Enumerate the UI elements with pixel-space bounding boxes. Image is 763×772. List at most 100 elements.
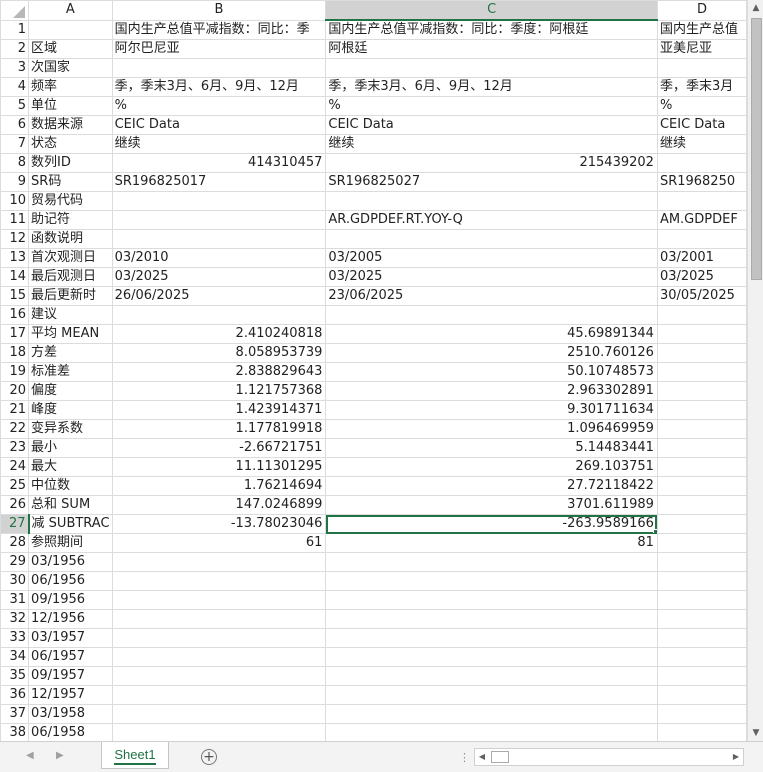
cell-d[interactable]: CEIC Data [656,115,747,135]
row-header[interactable]: 19 [0,362,30,382]
column-header-a[interactable]: A [28,0,113,21]
cell-d[interactable] [656,229,747,249]
cell-b[interactable] [111,609,327,629]
cell-a[interactable]: 数据来源 [28,115,113,135]
row-header[interactable]: 34 [0,647,30,667]
cell-a[interactable]: 09/1957 [28,666,113,686]
cell-d[interactable]: 03/2001 [656,248,747,268]
row-header[interactable]: 30 [0,571,30,591]
cell-c[interactable]: 27.72118422 [325,476,658,496]
cell-b[interactable] [111,191,327,211]
cell-c[interactable] [325,552,658,572]
cell-c[interactable]: 03/2025 [325,267,658,287]
cell-c[interactable] [325,229,658,249]
cell-d[interactable] [656,400,747,420]
cell-a[interactable]: 最大 [28,457,113,477]
cell-a[interactable]: 参照期间 [28,533,113,553]
cell-b[interactable]: 2.838829643 [111,362,327,382]
vertical-scrollbar[interactable]: ▲ ▼ [747,0,763,741]
cell-b[interactable]: 1.121757368 [111,381,327,401]
cell-c[interactable]: 03/2005 [325,248,658,268]
cell-d[interactable] [656,457,747,477]
cell-b[interactable]: -13.78023046 [111,514,327,534]
cell-a[interactable]: 12/1957 [28,685,113,705]
cell-d[interactable]: 亚美尼亚 [656,39,747,59]
cell-a[interactable]: 数列ID [28,153,113,173]
row-header[interactable]: 20 [0,381,30,401]
cell-b[interactable] [111,229,327,249]
row-header[interactable]: 33 [0,628,30,648]
column-header-c[interactable]: C [325,0,658,21]
row-header[interactable]: 23 [0,438,30,458]
row-header[interactable]: 17 [0,324,30,344]
cell-c[interactable]: 45.69891344 [325,324,658,344]
cell-a[interactable]: 标准差 [28,362,113,382]
cell-b[interactable]: 03/2025 [111,267,327,287]
cell-b[interactable]: 03/2010 [111,248,327,268]
row-header[interactable]: 27 [0,514,30,534]
row-header[interactable]: 6 [0,115,30,135]
cell-b[interactable]: 1.423914371 [111,400,327,420]
row-header[interactable]: 10 [0,191,30,211]
row-header[interactable]: 11 [0,210,30,230]
cell-d[interactable] [656,305,747,325]
cell-d[interactable] [656,153,747,173]
row-header[interactable]: 7 [0,134,30,154]
cell-d[interactable]: 03/2025 [656,267,747,287]
cell-c[interactable] [325,590,658,610]
cell-d[interactable] [656,552,747,572]
cell-d[interactable] [656,590,747,610]
cell-a[interactable]: 平均 MEAN [28,324,113,344]
cell-a[interactable]: 09/1956 [28,590,113,610]
cell-a[interactable]: 最后观测日 [28,267,113,287]
cell-a[interactable]: 偏度 [28,381,113,401]
cell-d[interactable] [656,647,747,667]
row-header[interactable]: 18 [0,343,30,363]
cell-b[interactable] [111,723,327,741]
cell-c[interactable]: 9.301711634 [325,400,658,420]
cell-b[interactable]: 2.410240818 [111,324,327,344]
cell-c[interactable] [325,647,658,667]
cell-a[interactable]: 变异系数 [28,419,113,439]
column-header-b[interactable]: B [111,0,327,21]
row-header[interactable]: 24 [0,457,30,477]
cell-d[interactable]: 国内生产总值 [656,19,747,40]
cell-c[interactable] [325,628,658,648]
cell-a[interactable]: 12/1956 [28,609,113,629]
cell-a[interactable]: 状态 [28,134,113,154]
tab-splitter-handle[interactable]: ⋮ [459,751,471,764]
row-header[interactable]: 14 [0,267,30,287]
cell-a[interactable]: 区域 [28,39,113,59]
cell-b[interactable]: 147.0246899 [111,495,327,515]
cell-b[interactable] [111,210,327,230]
cell-c[interactable] [325,666,658,686]
cell-c[interactable] [325,571,658,591]
cell-d[interactable] [656,514,747,534]
scroll-down-icon[interactable]: ▼ [748,725,763,741]
cell-c[interactable] [325,305,658,325]
cell-a[interactable]: 单位 [28,96,113,116]
cell-d[interactable]: 30/05/2025 [656,286,747,306]
cell-a[interactable]: 建议 [28,305,113,325]
scroll-right-icon[interactable]: ▶ [729,749,743,765]
cell-c[interactable]: 2510.760126 [325,343,658,363]
cell-b[interactable]: 1.76214694 [111,476,327,496]
row-header[interactable]: 38 [0,723,30,741]
vertical-scroll-thumb[interactable] [751,18,762,280]
cell-b[interactable]: 1.177819918 [111,419,327,439]
cell-a[interactable]: SR码 [28,172,113,192]
cell-c[interactable] [325,685,658,705]
cell-c[interactable]: 81 [325,533,658,553]
cell-b[interactable]: CEIC Data [111,115,327,135]
cell-c[interactable]: 季，季末3月、6月、9月、12月 [325,77,658,97]
cell-a[interactable]: 06/1958 [28,723,113,741]
cell-a[interactable] [28,19,113,40]
cell-a[interactable]: 中位数 [28,476,113,496]
cell-b[interactable]: % [111,96,327,116]
cell-c[interactable] [325,58,658,78]
cell-d[interactable] [656,628,747,648]
cell-d[interactable] [656,419,747,439]
row-header[interactable]: 16 [0,305,30,325]
row-header[interactable]: 2 [0,39,30,59]
horizontal-scrollbar[interactable]: ◀ ▶ [474,748,744,766]
